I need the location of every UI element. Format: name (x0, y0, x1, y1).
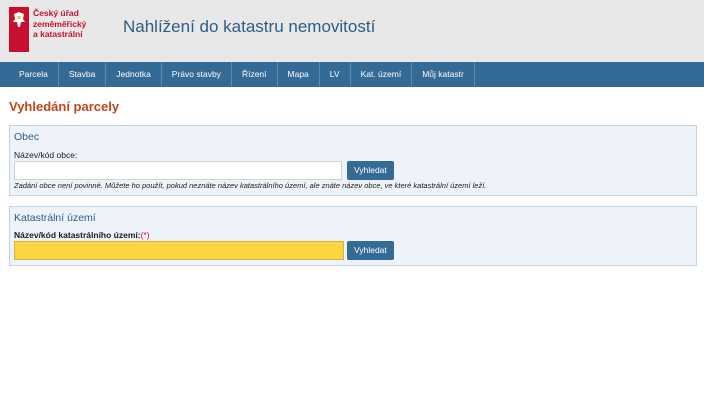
obec-search-button[interactable]: Vyhledat (347, 161, 394, 180)
logo-line: zeměměřický (33, 18, 87, 29)
nav-item-kat-uzemi[interactable]: Kat. území (351, 62, 413, 87)
app-title[interactable]: Nahlížení do katastru nemovitostí (123, 17, 375, 37)
header: Český úřad zeměměřický a katastrální Nah… (0, 0, 704, 62)
obec-input[interactable] (14, 161, 342, 180)
main-nav: Parcela Stavba Jednotka Právo stavby Říz… (0, 62, 704, 87)
logo-text[interactable]: Český úřad zeměměřický a katastrální (33, 8, 86, 40)
nav-item-jednotka[interactable]: Jednotka (106, 62, 162, 87)
ku-search-button[interactable]: Vyhledat (347, 241, 394, 260)
cuzk-logo-icon[interactable] (9, 7, 29, 52)
nav-item-mapa[interactable]: Mapa (278, 62, 320, 87)
ku-field-label-text: Název/kód katastrálního území: (14, 230, 141, 240)
obec-section: Obec Název/kód obce: Vyhledat Zadání obc… (9, 125, 697, 196)
logo-line: a katastrální (33, 29, 83, 39)
obec-section-title: Obec (14, 131, 40, 143)
page-title: Vyhledání parcely (9, 99, 120, 114)
ku-field-label: Název/kód katastrálního území:(*) (14, 230, 150, 240)
nav-item-pravo-stavby[interactable]: Právo stavby (162, 62, 232, 87)
ku-section-title: Katastrální území (14, 212, 96, 224)
nav-item-muj-katastr[interactable]: Můj katastr (412, 62, 475, 87)
nav-item-rizeni[interactable]: Řízení (232, 62, 278, 87)
obec-field-label: Název/kód obce: (14, 150, 78, 160)
nav-item-stavba[interactable]: Stavba (59, 62, 107, 87)
nav-item-parcela[interactable]: Parcela (9, 62, 59, 87)
nav-item-lv[interactable]: LV (320, 62, 351, 87)
obec-hint-text: Zadání obce není povinné. Můžete ho použ… (14, 181, 487, 190)
katastralni-uzemi-section: Katastrální území Název/kód katastrálníh… (9, 206, 697, 266)
required-mark: (*) (140, 230, 150, 240)
logo-line: Český úřad (33, 8, 79, 18)
ku-input[interactable] (14, 241, 344, 260)
